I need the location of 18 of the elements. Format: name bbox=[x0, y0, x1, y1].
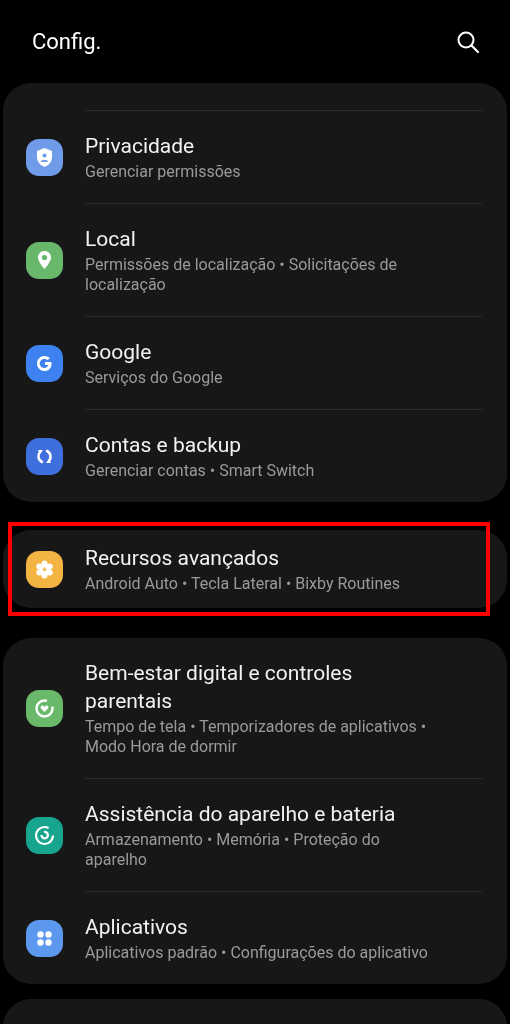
setting-subtitle: Permissões de localização • Solicitações de localização bbox=[85, 255, 399, 295]
setting-subtitle: Android Auto • Tecla Lateral • Bixby Routines bbox=[85, 574, 401, 594]
setting-title[interactable]: Assistência do aparelho e bateria bbox=[85, 800, 435, 828]
setting-subtitle: Aplicativos padrão • Configurações do aplicativo bbox=[85, 943, 429, 963]
setting-title[interactable]: Local bbox=[85, 225, 435, 253]
setting-subtitle: Gerenciar permissões bbox=[85, 162, 242, 182]
search-icon[interactable] bbox=[456, 29, 480, 54]
setting-subtitle: Armazenamento • Memória • Proteção do aparelho bbox=[85, 830, 381, 870]
setting-title[interactable]: Bem-estar digital e controles parentais bbox=[85, 659, 435, 715]
setting-title[interactable]: Contas e backup bbox=[85, 431, 435, 459]
page-title: Config. bbox=[32, 29, 102, 54]
setting-title[interactable]: Aplicativos bbox=[85, 913, 435, 941]
setting-subtitle: Gerenciar contas • Smart Switch bbox=[85, 461, 316, 481]
setting-title[interactable]: Privacidade bbox=[85, 132, 435, 160]
setting-title[interactable]: Recursos avançados bbox=[85, 544, 435, 572]
setting-title[interactable]: Google bbox=[85, 338, 435, 366]
setting-subtitle: Tempo de tela • Temporizadores de aplicativos • Modo Hora de dormir bbox=[85, 717, 428, 757]
setting-subtitle: Serviços do Google bbox=[85, 368, 224, 388]
